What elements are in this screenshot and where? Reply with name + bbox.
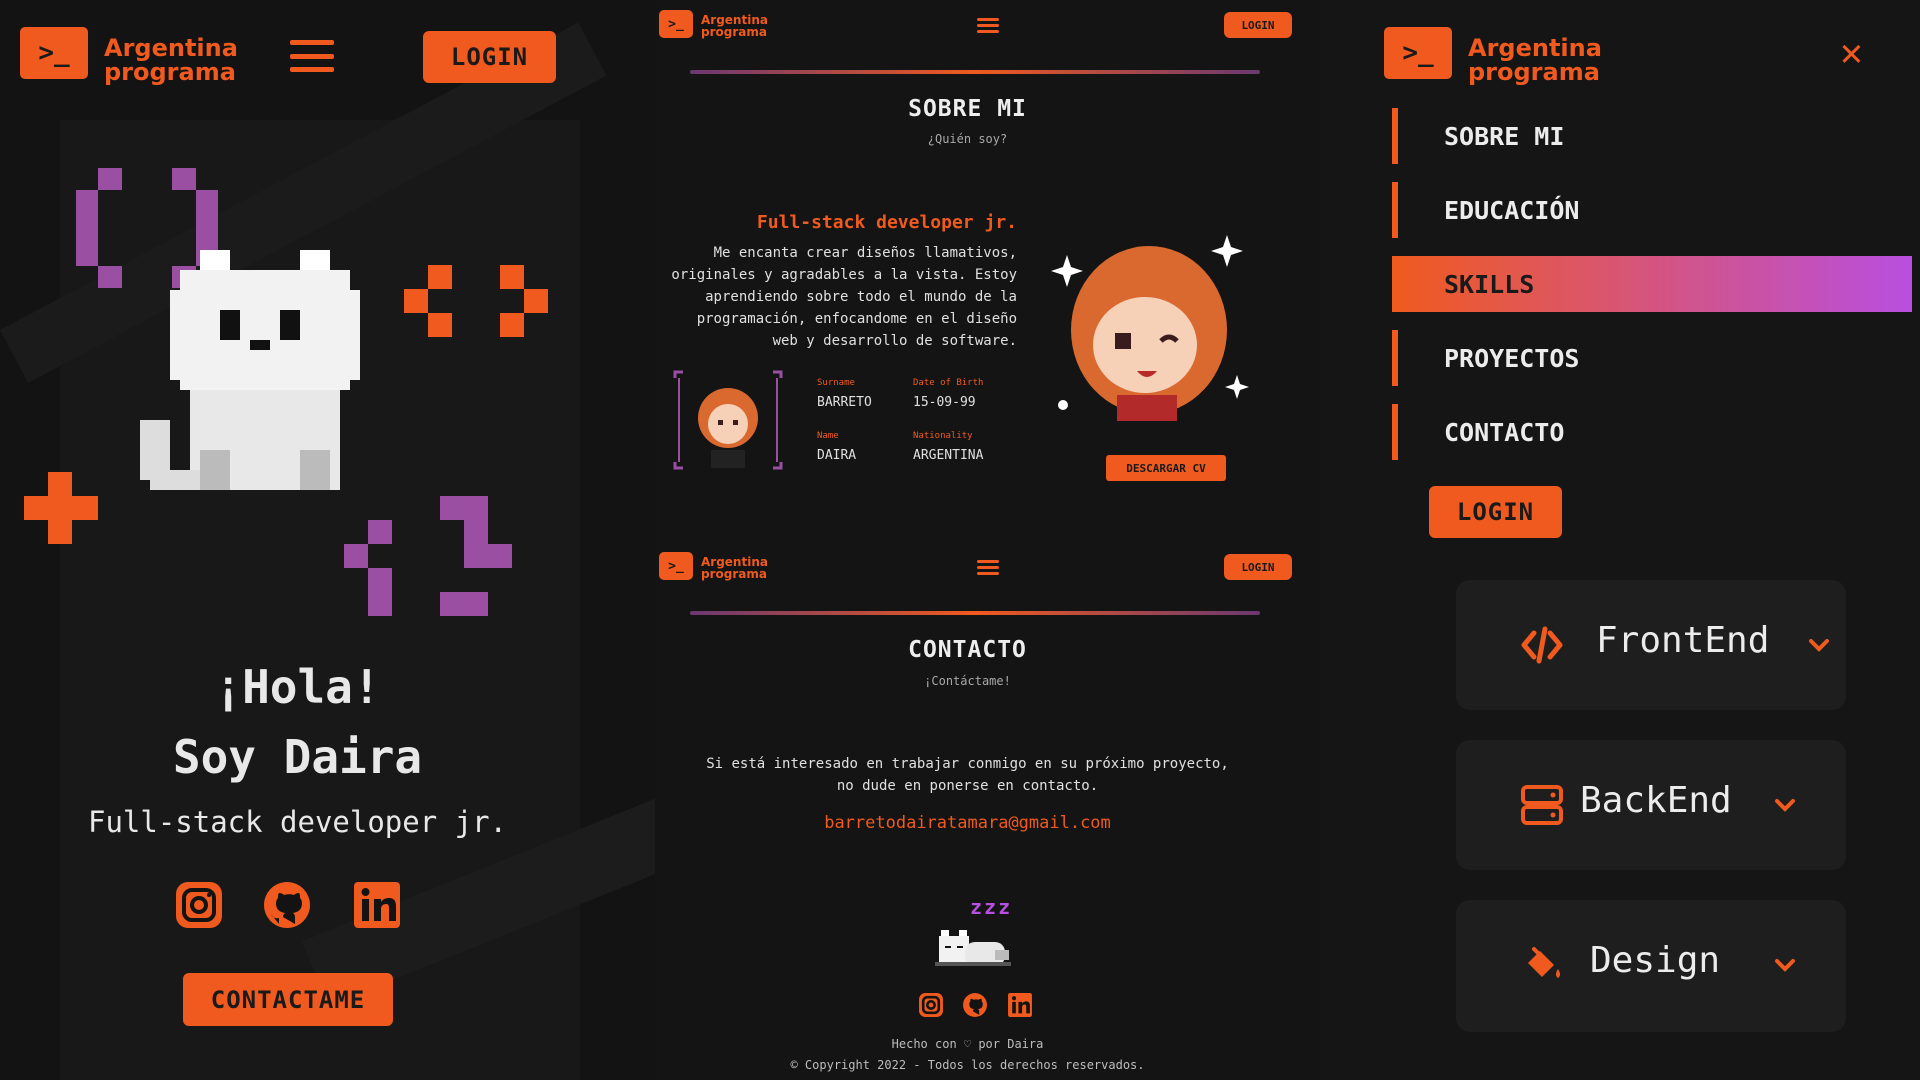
menu-label: SOBRE MI	[1444, 121, 1565, 151]
sleeping-cat-icon	[935, 930, 1011, 966]
brand-logo-icon[interactable]: >_	[1384, 27, 1452, 79]
hero-name: Soy Daira	[172, 730, 423, 784]
menu-label: EDUCACIÓN	[1444, 195, 1580, 225]
chevron-down-icon[interactable]	[1806, 632, 1832, 658]
brand-name[interactable]: Argentina programa	[1468, 36, 1602, 84]
skill-card-frontend[interactable]: FrontEnd	[1456, 580, 1846, 710]
skill-card-backend[interactable]: BackEnd	[1456, 740, 1846, 870]
brand-logo-icon[interactable]: >_	[659, 10, 693, 38]
instagram-icon[interactable]	[918, 992, 944, 1018]
mobile-sections-panel: >_ Argentina programa LOGIN SOBRE MI ¿Qu…	[655, 0, 1320, 1080]
mobile-home-panel: >_ Argentina programa LOGIN ¡Hola! Soy D…	[0, 0, 655, 1080]
contact-title: CONTACTO	[908, 637, 1027, 663]
brand-line2: programa	[701, 25, 767, 39]
skill-label: Design	[1590, 940, 1721, 981]
about-bio: Me encanta crear diseños llamativos, ori…	[657, 242, 1017, 352]
greeting: ¡Hola!	[214, 660, 381, 714]
name-label: Name	[817, 431, 839, 441]
brand-line1: Argentina	[1468, 34, 1602, 62]
skill-label: BackEnd	[1580, 780, 1732, 821]
bio-line: aprendiendo sobre todo el mundo de la	[705, 289, 1017, 305]
menu-item-proyectos[interactable]: PROYECTOS	[1392, 330, 1912, 386]
brand-line2: programa	[104, 58, 236, 86]
menu-indicator	[1392, 404, 1398, 460]
instagram-icon[interactable]	[174, 880, 224, 930]
brand-name[interactable]: Argentina programa	[701, 556, 768, 580]
bio-line: originales y agradables a la vista. Esto…	[671, 267, 1017, 283]
brand-line1: Argentina	[104, 34, 238, 62]
bio-line: Me encanta crear diseños llamativos,	[713, 245, 1017, 261]
hamburger-menu-icon[interactable]	[290, 40, 334, 72]
brand-name[interactable]: Argentina programa	[701, 14, 768, 38]
nationality-label: Nationality	[913, 431, 973, 441]
chevron-down-icon[interactable]	[1772, 952, 1798, 978]
hamburger-menu-icon[interactable]	[977, 560, 999, 575]
contact-subtitle: ¡Contáctame!	[924, 674, 1011, 688]
about-subtitle: ¿Quién soy?	[927, 132, 1008, 146]
server-icon	[1521, 785, 1563, 825]
menu-item-skills[interactable]: SKILLS	[1392, 256, 1912, 312]
close-icon[interactable]: ✕	[1840, 30, 1863, 74]
contact-text: no dude en ponerse en contacto.	[836, 778, 1099, 794]
login-button[interactable]: LOGIN	[1224, 554, 1292, 580]
portrait-avatar	[1051, 235, 1249, 421]
brand-name[interactable]: Argentina programa	[104, 36, 238, 84]
section-divider	[690, 70, 1260, 74]
brand-line2: programa	[701, 567, 767, 581]
skill-card-design[interactable]: Design	[1456, 900, 1846, 1032]
hamburger-menu-icon[interactable]	[977, 18, 999, 33]
brand-line2: programa	[1468, 58, 1600, 86]
paint-bucket-icon	[1528, 947, 1560, 978]
about-title: SOBRE MI	[908, 96, 1027, 122]
linkedin-icon[interactable]	[352, 880, 402, 930]
surname-value: BARRETO	[817, 395, 872, 410]
login-button[interactable]: LOGIN	[1429, 486, 1562, 538]
section-divider	[690, 611, 1260, 615]
menu-indicator	[1392, 108, 1398, 164]
nationality-value: ARGENTINA	[913, 448, 984, 463]
brand-logo-icon[interactable]: >_	[20, 27, 88, 79]
footer-copyright: © Copyright 2022 - Todos los derechos re…	[790, 1058, 1145, 1072]
contact-button[interactable]: CONTACTAME	[183, 973, 393, 1026]
hero-role: Full-stack developer jr.	[87, 805, 508, 839]
menu-item-educacion[interactable]: EDUCACIÓN	[1392, 182, 1912, 238]
brand-logo-icon[interactable]: >_	[659, 552, 693, 580]
menu-item-contacto[interactable]: CONTACTO	[1392, 404, 1912, 460]
bio-line: web y desarrollo de software.	[772, 333, 1017, 349]
dob-label: Date of Birth	[913, 378, 984, 388]
menu-label: PROYECTOS	[1444, 343, 1580, 373]
download-cv-button[interactable]: DESCARGAR CV	[1106, 455, 1226, 481]
contact-email-link[interactable]: barretodairatamara@gmail.com	[655, 813, 1300, 833]
code-icon	[1521, 626, 1563, 664]
login-button[interactable]: LOGIN	[1224, 12, 1292, 38]
contact-text: Si está interesado en trabajar conmigo e…	[706, 756, 1229, 772]
sleep-zzz: zzz	[970, 895, 1013, 919]
linkedin-icon[interactable]	[1007, 992, 1033, 1018]
github-icon[interactable]	[962, 992, 988, 1018]
menu-item-sobre-mi[interactable]: SOBRE MI	[1392, 108, 1912, 164]
pixel-cat-icon	[140, 250, 360, 490]
mobile-menu-panel: >_ Argentina programa ✕ SOBRE MI EDUCACI…	[1320, 0, 1920, 1080]
about-heading: Full-stack developer jr.	[756, 212, 1017, 233]
skill-label: FrontEnd	[1596, 620, 1770, 661]
dob-value: 15-09-99	[913, 395, 976, 410]
surname-label: Surname	[817, 378, 855, 388]
menu-label: SKILLS	[1444, 269, 1535, 299]
menu-indicator	[1392, 182, 1398, 238]
github-icon[interactable]	[262, 880, 312, 930]
avatar	[673, 370, 783, 470]
footer-made-with: Hecho con ♡ por Daira	[891, 1037, 1044, 1051]
bio-line: programación, enfocandome en el diseño	[696, 311, 1017, 327]
menu-indicator	[1392, 330, 1398, 386]
name-value: DAIRA	[817, 448, 857, 463]
chevron-down-icon[interactable]	[1772, 792, 1798, 818]
login-button[interactable]: LOGIN	[423, 31, 556, 83]
menu-label: CONTACTO	[1444, 417, 1565, 447]
